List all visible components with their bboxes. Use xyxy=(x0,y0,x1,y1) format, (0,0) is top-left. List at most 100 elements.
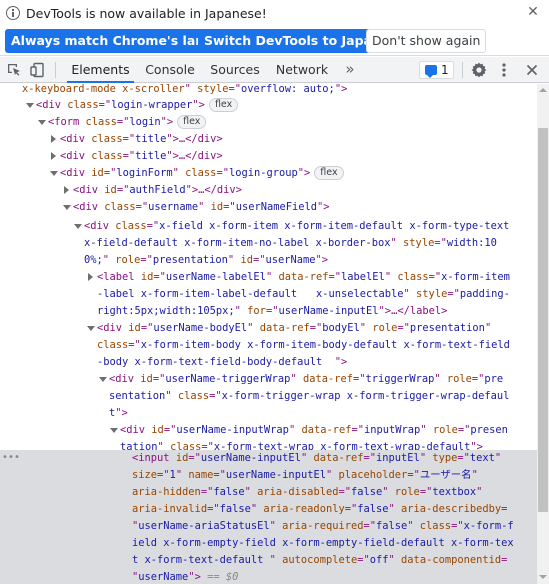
collapse-triangle-icon[interactable] xyxy=(49,148,59,165)
attr-value: x-form-trigger-wrap x-form-trigger-wrap-… xyxy=(221,390,510,402)
dom-node-div-title[interactable]: <div class="title">…</div> xyxy=(0,131,537,148)
expand-triangle-icon[interactable] xyxy=(98,371,108,388)
dom-node-auth-field[interactable]: <div id="authField">…</div> xyxy=(0,182,537,199)
dom-node-continuation: right:5px;width:105px;" for="userName-in… xyxy=(97,305,448,317)
attr-value: t x-form-text-default xyxy=(132,554,270,566)
attr-value: title xyxy=(135,150,167,162)
attr-value: right:5px;width:105px; xyxy=(97,305,235,317)
dom-node-line[interactable]: x-keyboard-mode x-scroller" style="overf… xyxy=(0,84,537,98)
attr-value: text xyxy=(469,452,495,464)
dom-node-login-wrapper[interactable]: <div class="login-wrapper"> flex xyxy=(0,97,537,114)
attr-value: username xyxy=(148,201,199,213)
close-icon[interactable]: ✕ xyxy=(523,2,543,22)
flex-badge[interactable]: flex xyxy=(177,115,207,129)
expand-triangle-icon[interactable] xyxy=(86,320,96,337)
attr-name: id xyxy=(210,201,224,213)
dom-node-trigger-wrap[interactable]: <div id="userName-triggerWrap" data-ref=… xyxy=(0,371,537,388)
attr-value: false xyxy=(219,503,251,515)
issues-count: 1 xyxy=(441,63,449,77)
expand-triangle-icon[interactable] xyxy=(73,218,83,235)
attr-name: style xyxy=(197,84,229,95)
dom-node-continuation: aria-hidden="false" aria-disabled="false… xyxy=(132,486,483,498)
attr-value: inputEl xyxy=(376,452,420,464)
expand-triangle-icon[interactable] xyxy=(37,114,47,131)
attr-name: class xyxy=(91,133,123,145)
issues-counter-button[interactable]: 1 xyxy=(419,61,454,79)
collapsed-tail: …</div> xyxy=(178,150,223,162)
attr-value: userName xyxy=(138,571,189,583)
dom-node-div-title[interactable]: <div class="title">…</div> xyxy=(0,148,537,165)
scroll-down-arrow-icon[interactable] xyxy=(539,573,547,581)
tab-console[interactable]: Console xyxy=(140,57,200,83)
attr-value: login-wrapper xyxy=(111,99,193,111)
gear-icon[interactable] xyxy=(469,60,489,80)
attr-value: userName-labelEl xyxy=(165,271,266,283)
flex-badge[interactable]: flex xyxy=(314,166,344,180)
dom-node-login-form[interactable]: <div id="loginForm" class="login-group">… xyxy=(0,165,537,182)
collapse-triangle-icon[interactable] xyxy=(49,131,59,148)
tab-network[interactable]: Network xyxy=(271,57,333,83)
dom-node-input-wrap[interactable]: <div id="userName-inputWrap" data-ref="i… xyxy=(0,422,537,439)
attr-value: inputWrap xyxy=(364,424,421,436)
attr-value: pre xyxy=(484,373,504,385)
dom-node-label[interactable]: <label id="userName-labelEl" data-ref="l… xyxy=(0,269,537,286)
dom-node-continuation: t x-form-text-default " autocomplete="of… xyxy=(132,554,508,566)
more-options-icon[interactable] xyxy=(494,60,514,80)
dom-node-continuation: 0%;" role="presentation" id="userName"> xyxy=(84,254,329,266)
scroll-up-arrow-icon[interactable] xyxy=(539,87,547,95)
expand-triangle-icon[interactable] xyxy=(109,422,119,439)
attr-value: false xyxy=(213,486,245,498)
dom-node-form-login[interactable]: <form class="login"> flex xyxy=(0,114,537,131)
tag-name: <div xyxy=(36,99,62,111)
attr-value: userName xyxy=(265,254,316,266)
dom-node-input-selected[interactable]: ••• <input id="userName-inputEl" data-re… xyxy=(0,450,537,584)
attr-value: userName-inputEl xyxy=(225,469,326,481)
infobar-message-row: DevTools is now available in Japanese! xyxy=(6,3,267,23)
attr-value: bodyEl xyxy=(322,322,360,334)
attr-value: userName-inputEl xyxy=(200,452,301,464)
attr-value: textbox xyxy=(432,486,477,498)
dom-node-body-el[interactable]: <div id="userName-bodyEl" data-ref="body… xyxy=(0,320,537,337)
collapse-triangle-icon[interactable] xyxy=(86,269,96,286)
collapsed-tail: …</label> xyxy=(391,305,448,317)
attr-value: -body x-form-text-field-body-default xyxy=(97,356,335,368)
dont-show-again-button[interactable]: Don't show again xyxy=(366,29,487,53)
dom-node-username[interactable]: <div class="username" id="userNameField"… xyxy=(0,199,537,216)
attr-value: x-form-f xyxy=(463,520,514,532)
device-toolbar-icon[interactable] xyxy=(28,60,48,80)
close-devtools-icon[interactable] xyxy=(522,60,542,80)
attr-value: userNameField xyxy=(235,201,318,213)
dom-node-x-field[interactable]: <div class="x-field x-form-item x-form-i… xyxy=(0,218,537,235)
tab-sources[interactable]: Sources xyxy=(206,57,264,83)
dom-node-continuation: x-field-default x-form-item-no-label x-b… xyxy=(84,237,497,249)
vertical-scrollbar[interactable] xyxy=(537,84,549,584)
dom-node-continuation: -body x-form-text-field-body-default "> xyxy=(97,356,348,368)
attr-value: login xyxy=(129,116,161,128)
attr-value: padding- xyxy=(459,288,510,300)
attr-value: sentation xyxy=(109,390,166,402)
expand-triangle-icon[interactable] xyxy=(25,97,35,114)
attr-name: class xyxy=(185,167,217,179)
scrollbar-thumb[interactable] xyxy=(538,128,548,512)
dom-node-continuation: ield x-form-empty-field x-form-empty-fie… xyxy=(0,535,537,552)
expand-triangle-icon[interactable] xyxy=(62,199,72,216)
attr-value: false xyxy=(376,520,408,532)
toolbar-divider xyxy=(55,62,56,78)
attr-value: false xyxy=(357,503,389,515)
attr-value: labelEl xyxy=(341,271,385,283)
dom-node-continuation: sentation" class="x-form-trigger-wrap x-… xyxy=(109,390,510,402)
attr-continuation: x-keyboard-mode x-scroller xyxy=(22,84,185,95)
more-tabs-chevron-icon[interactable]: » xyxy=(341,57,359,83)
dom-node-continuation: -label x-form-item-label-default x-unsel… xyxy=(97,288,510,300)
attr-value: authField xyxy=(129,184,186,196)
inspect-element-icon[interactable] xyxy=(4,60,24,80)
attr-value: presentation xyxy=(152,254,228,266)
attr-name: class xyxy=(104,201,136,213)
collapse-triangle-icon[interactable] xyxy=(62,182,72,199)
flex-badge[interactable]: flex xyxy=(208,98,239,112)
attr-value: userName-triggerWrap xyxy=(165,373,291,385)
attr-value: userName-ariaStatusEl xyxy=(138,520,270,532)
expand-triangle-icon[interactable] xyxy=(49,165,59,182)
elements-dom-tree: x-keyboard-mode x-scroller" style="overf… xyxy=(0,84,537,584)
tab-elements[interactable]: Elements xyxy=(67,57,134,83)
